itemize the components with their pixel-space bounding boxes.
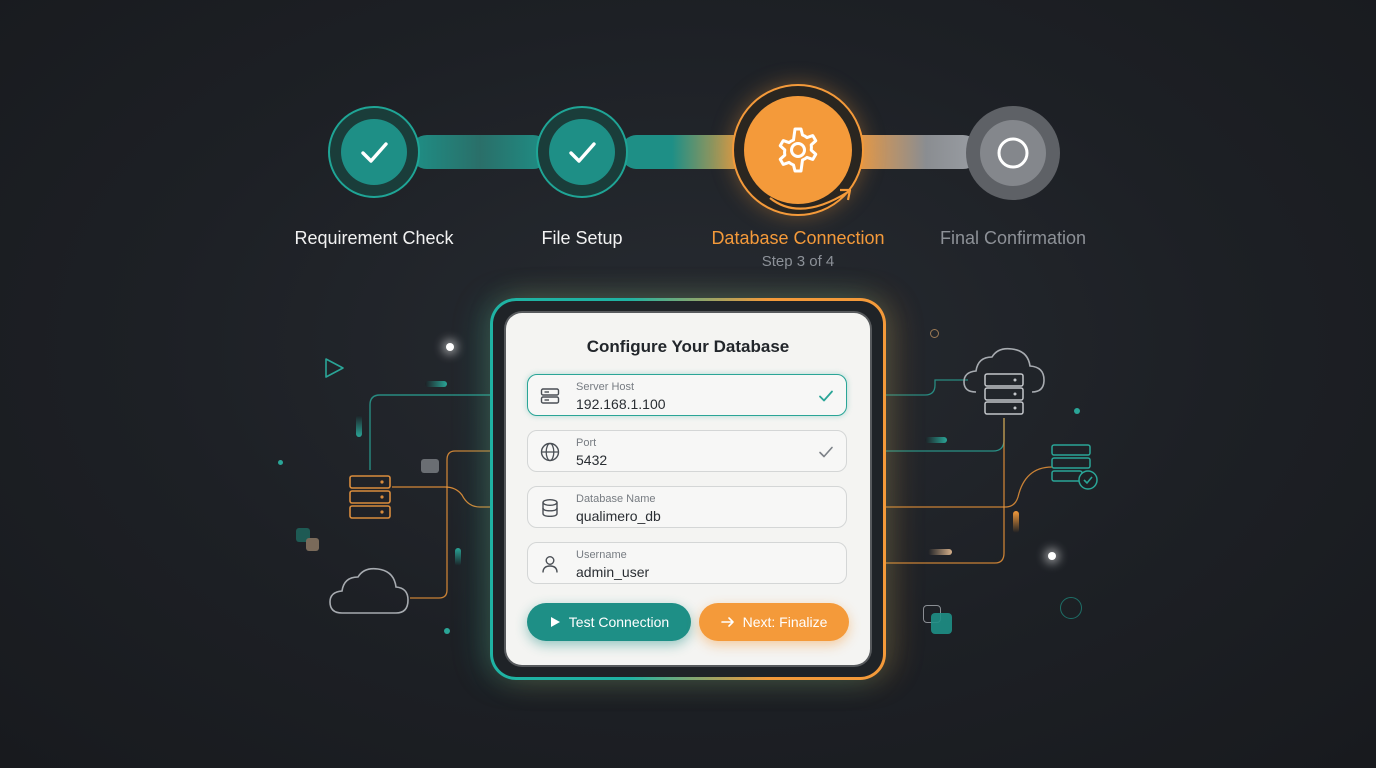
- step-1-indicator: [328, 106, 420, 198]
- database-icon: [542, 499, 558, 518]
- valid-check-icon: [819, 446, 833, 458]
- cloud-server-icon: [963, 347, 1045, 415]
- username-value: admin_user: [576, 564, 650, 580]
- step-4-indicator: [966, 106, 1060, 200]
- pill: [455, 548, 461, 566]
- globe-icon: [540, 442, 560, 462]
- check-icon: [569, 142, 596, 163]
- test-connection-button[interactable]: Test Connection: [527, 603, 691, 641]
- server-host-value: 192.168.1.100: [576, 396, 666, 412]
- pill: [928, 549, 952, 555]
- step-3-progress-text: Step 3 of 4: [761, 253, 835, 270]
- glow-dot: [1048, 552, 1056, 560]
- server-verified-icon: [1051, 444, 1098, 490]
- gear-icon: [778, 127, 818, 173]
- ring: [1060, 597, 1082, 619]
- glow-dot: [446, 343, 454, 351]
- check-icon: [361, 142, 388, 163]
- step-4-label: Final Confirmation: [939, 228, 1087, 248]
- next-finalize-button[interactable]: Next: Finalize: [699, 603, 849, 641]
- cloud-icon: [329, 567, 409, 614]
- square: [931, 613, 952, 634]
- square: [421, 459, 439, 473]
- square: [306, 538, 319, 551]
- server-host-label: Server Host: [576, 381, 635, 393]
- server-stack-icon: [349, 475, 391, 519]
- pill: [925, 437, 947, 443]
- dot: [278, 460, 283, 465]
- step-connector-2: [620, 135, 750, 169]
- server-host-field[interactable]: Server Host 192.168.1.100: [527, 374, 847, 416]
- step-3-label: Database Connection: [711, 228, 885, 248]
- database-name-value: qualimero_db: [576, 508, 661, 524]
- valid-check-icon: [819, 390, 833, 402]
- dot: [1074, 408, 1080, 414]
- step-connector-1: [410, 135, 550, 169]
- arrow-right-icon: [720, 617, 734, 627]
- username-label: Username: [576, 549, 627, 561]
- test-connection-label: Test Connection: [568, 614, 670, 630]
- card-title: Configure Your Database: [586, 337, 790, 356]
- server-icon: [540, 388, 560, 404]
- port-value: 5432: [576, 452, 608, 468]
- database-config-card: Configure Your Database Server Host 192.…: [506, 313, 870, 665]
- step-1-label: Requirement Check: [294, 228, 454, 248]
- step-connector-3: [845, 135, 980, 169]
- port-field[interactable]: Port 5432: [527, 430, 847, 472]
- username-field[interactable]: Username admin_user: [527, 542, 847, 584]
- step-2-label: File Setup: [541, 228, 623, 248]
- circle-icon: [997, 137, 1029, 169]
- progress-arc-arrow: [769, 188, 852, 210]
- play-icon: [550, 617, 560, 627]
- database-name-field[interactable]: Database Name qualimero_db: [527, 486, 847, 528]
- user-icon: [542, 556, 558, 573]
- play-outline-icon: [325, 358, 344, 378]
- database-name-label: Database Name: [576, 493, 656, 505]
- port-label: Port: [576, 437, 597, 449]
- step-2-indicator: [536, 106, 628, 198]
- pill: [425, 381, 447, 387]
- next-finalize-label: Next: Finalize: [742, 614, 828, 630]
- pill: [1013, 511, 1019, 533]
- dot: [444, 628, 450, 634]
- ring: [930, 329, 939, 338]
- pill: [356, 415, 362, 437]
